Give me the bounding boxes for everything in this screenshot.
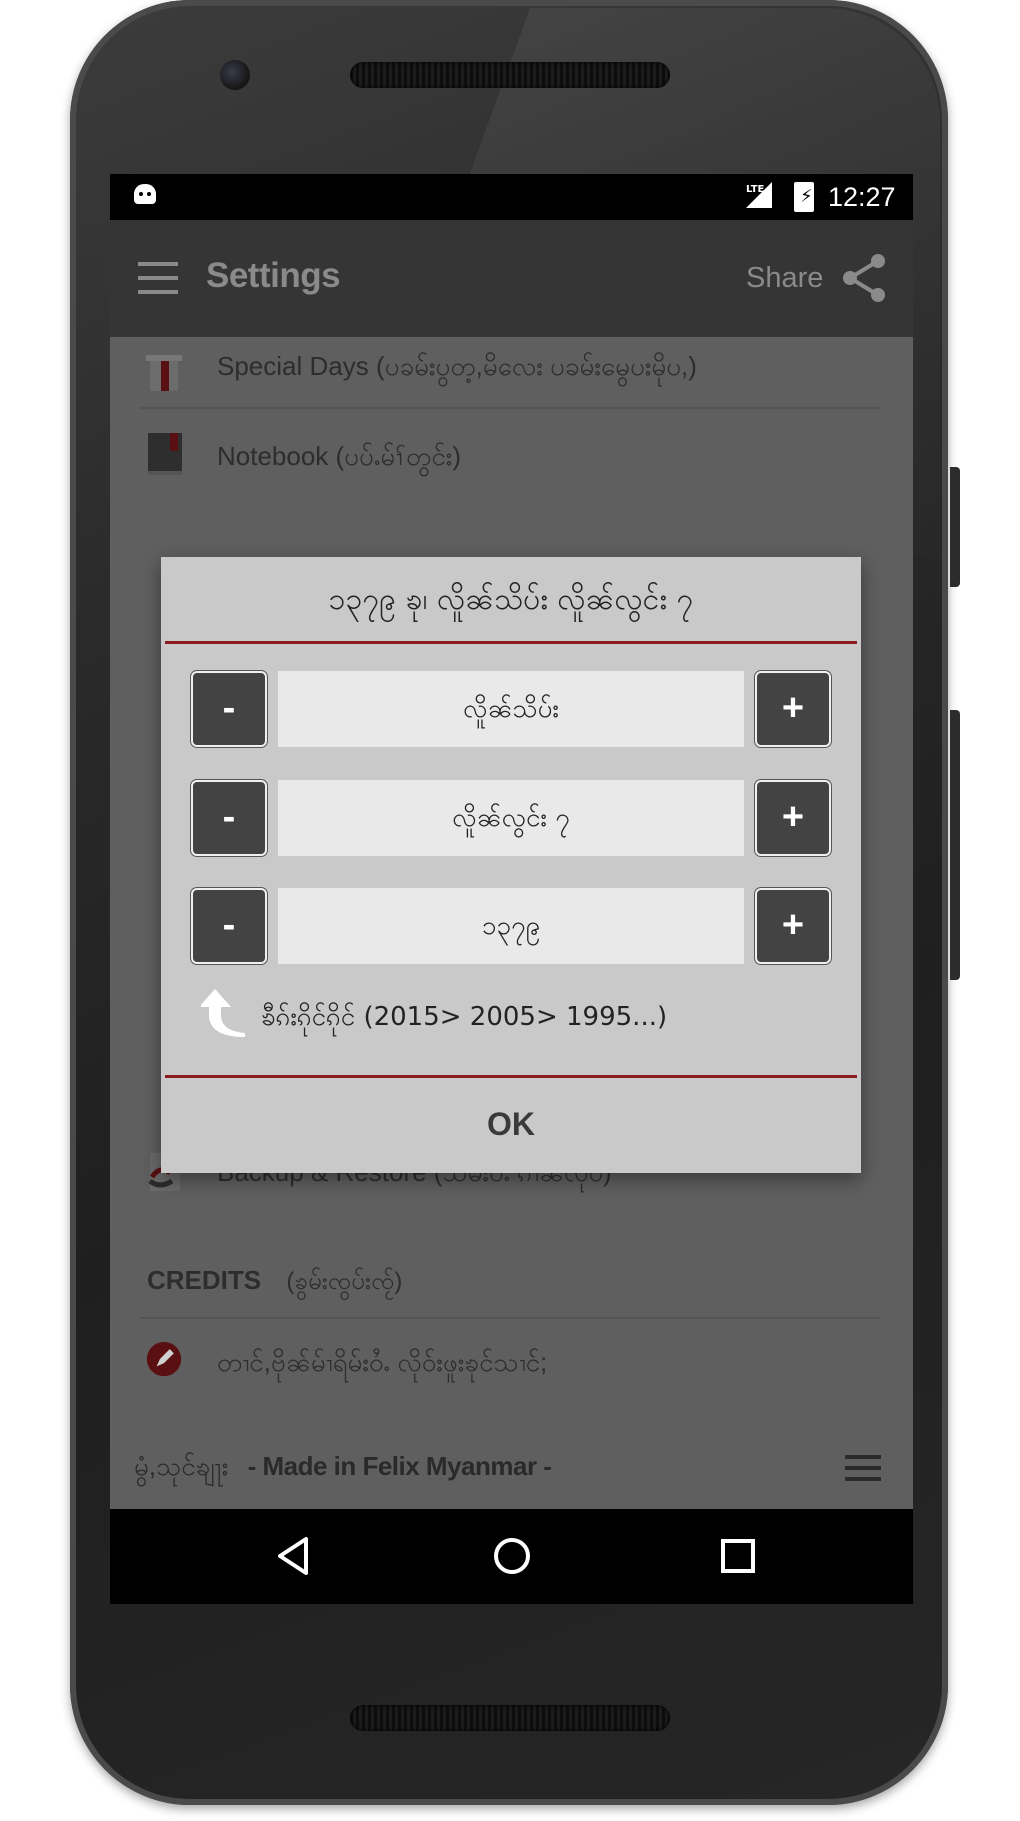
ok-button[interactable]: OK (161, 1079, 861, 1169)
day-increment-button[interactable]: + (755, 780, 831, 856)
special-days-icon (146, 355, 182, 391)
footer-credit: မွံ,သုင်ၶျႃး - Made in Felix Myanmar - (134, 1449, 552, 1488)
curved-arrow-up-icon[interactable] (201, 987, 251, 1039)
earpiece-speaker (350, 62, 670, 88)
page-title: Settings (206, 256, 341, 295)
dialog-title-divider (165, 641, 857, 644)
footer-made-in: - Made in Felix Myanmar - (247, 1451, 552, 1481)
day-value: လိူၼ်လွင်း ၇ (278, 780, 744, 856)
pen-badge-icon (146, 1341, 182, 1377)
footer-menu-icon[interactable] (845, 1455, 881, 1483)
month-stepper: - လိူၼ်သိပ်း + (191, 671, 831, 747)
lte-signal-icon: LTE (746, 182, 772, 208)
special-days-item[interactable]: Special Days (ပခမ်းပွတ့,မိလေး ပခမ်းမွေပး… (217, 349, 913, 388)
power-button (950, 467, 960, 587)
cycle-jump-row[interactable]: ၶီၵ်းၵိုင်ၵိုင် (2015> 2005> 1995...) (201, 987, 821, 1047)
phone-screen: LTE ⚡ 12:27 Settings Share Special Days … (110, 174, 913, 1604)
divider (140, 1317, 880, 1319)
share-icon[interactable] (840, 252, 890, 304)
month-value: လိူၼ်သိပ်း (278, 671, 744, 747)
footer-myanmar-text: မွံ,သုင်ၶျႃး (134, 1451, 229, 1481)
volume-button (950, 710, 960, 980)
bottom-speaker (350, 1705, 670, 1731)
credits-item[interactable]: တၢင်,ဗိုၼ်မ်ၢရိမ်းဝႆႉ လိုဝ်းဖူးၶုင်သၢင်; (217, 1345, 913, 1384)
dialog-footer-divider (165, 1075, 857, 1078)
recents-nav-icon[interactable] (713, 1531, 763, 1581)
notebook-item[interactable]: Notebook (ပပ်ႉမ်ၢ်တွင်း) (217, 439, 913, 478)
day-stepper: - လိူၼ်လွင်း ၇ + (191, 780, 831, 856)
month-increment-button[interactable]: + (755, 671, 831, 747)
month-decrement-button[interactable]: - (191, 671, 267, 747)
credits-heading: CREDITS (147, 1265, 262, 1295)
battery-charging-icon: ⚡ (794, 182, 814, 212)
year-increment-button[interactable]: + (755, 888, 831, 964)
cycle-jump-text: ၶီၵ်းၵိုင်ၵိုင် (2015> 2005> 1995...) (261, 1002, 668, 1032)
year-value: ၁၃၇၉ (278, 888, 744, 964)
dialog-title: ၁၃၇၉ ၶု၊ လိူၼ်သိပ်း လိူၼ်လွင်း ၇ (328, 582, 694, 617)
credits-subheading: (ၶွမ်းၸွပ်းၸႂ်) (286, 1268, 403, 1295)
app-bar: Settings Share (110, 220, 913, 337)
day-decrement-button[interactable]: - (191, 780, 267, 856)
navigation-bar (110, 1509, 913, 1604)
hamburger-menu-icon[interactable] (138, 262, 178, 294)
status-time: 12:27 (828, 182, 896, 212)
share-button[interactable]: Share (746, 262, 823, 295)
date-picker-dialog: ၁၃၇၉ ၶု၊ လိူၼ်သိပ်း လိူၼ်လွင်း ၇ - လိူၼ်… (161, 557, 861, 1173)
back-nav-icon[interactable] (270, 1531, 320, 1581)
notebook-icon (148, 433, 182, 475)
status-bar: LTE ⚡ 12:27 (110, 174, 913, 220)
home-nav-icon[interactable] (487, 1531, 537, 1581)
android-debug-icon (134, 184, 156, 204)
front-camera (220, 60, 250, 90)
svg-text:LTE: LTE (746, 184, 765, 195)
year-stepper: - ၁၃၇၉ + (191, 888, 831, 964)
year-decrement-button[interactable]: - (191, 888, 267, 964)
divider (140, 407, 880, 409)
credits-section-heading: CREDITS (ၶွမ်းၸွပ်းၸႂ်) (147, 1265, 402, 1301)
